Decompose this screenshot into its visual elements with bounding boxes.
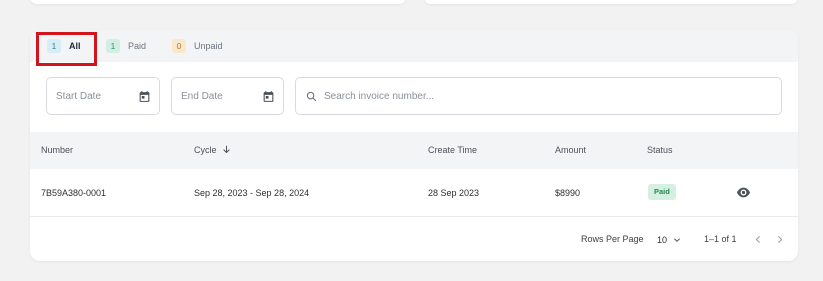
- column-create-time[interactable]: Create Time: [428, 132, 477, 169]
- tab-unpaid[interactable]: 0 Unpaid: [172, 39, 223, 53]
- end-date-placeholder: End Date: [181, 90, 223, 102]
- invoices-card: 1 All 1 Paid 0 Unpaid Start Date End Dat…: [30, 30, 798, 261]
- invoice-number: 7B59A380-0001: [41, 188, 107, 198]
- pagination-range: 1–1 of 1: [704, 234, 737, 244]
- invoice-create-time: 28 Sep 2023: [428, 188, 480, 198]
- column-status[interactable]: Status: [647, 132, 673, 169]
- calendar-icon[interactable]: [138, 90, 151, 103]
- tab-unpaid-label: Unpaid: [194, 41, 223, 51]
- rows-per-page-value: 10: [657, 234, 668, 245]
- top-card-left: [30, 0, 406, 4]
- search-icon: [306, 91, 317, 101]
- search-input[interactable]: Search invoice number...: [295, 77, 782, 115]
- tab-unpaid-count: 0: [172, 39, 186, 53]
- rows-per-page-label: Rows Per Page: [581, 234, 644, 244]
- search-placeholder: Search invoice number...: [324, 90, 435, 102]
- chevron-left-icon[interactable]: [753, 234, 763, 245]
- end-date-field[interactable]: End Date: [171, 77, 284, 115]
- table-row[interactable]: 7B59A380-0001 Sep 28, 2023 - Sep 28, 202…: [30, 169, 798, 217]
- top-card-right: [424, 0, 798, 4]
- start-date-placeholder: Start Date: [56, 90, 102, 102]
- tab-paid-label: Paid: [128, 41, 147, 51]
- tab-paid[interactable]: 1 Paid: [106, 39, 146, 53]
- invoice-cycle: Sep 28, 2023 - Sep 28, 2024: [194, 188, 310, 198]
- column-cycle-label: Cycle: [194, 145, 217, 155]
- pagination: Rows Per Page 10 1–1 of 1: [30, 218, 798, 261]
- sort-arrow-down-icon[interactable]: [222, 145, 231, 154]
- calendar-icon[interactable]: [262, 90, 275, 103]
- chevron-down-icon: [674, 238, 680, 242]
- chevron-right-icon[interactable]: [775, 234, 785, 245]
- rows-per-page-select[interactable]: 10: [657, 218, 681, 261]
- table-header: Number Cycle Create Time Amount Status: [30, 132, 798, 169]
- column-cycle[interactable]: Cycle: [194, 132, 231, 169]
- invoice-amount: $8990: [555, 188, 581, 198]
- column-number[interactable]: Number: [41, 132, 73, 169]
- tab-paid-count: 1: [106, 39, 120, 53]
- start-date-field[interactable]: Start Date: [46, 77, 160, 115]
- eye-icon[interactable]: [737, 187, 750, 198]
- status-badge: Paid: [648, 184, 676, 200]
- highlight-box: [36, 32, 97, 66]
- column-amount[interactable]: Amount: [555, 132, 586, 169]
- status-tabs: 1 All 1 Paid 0 Unpaid: [30, 30, 798, 62]
